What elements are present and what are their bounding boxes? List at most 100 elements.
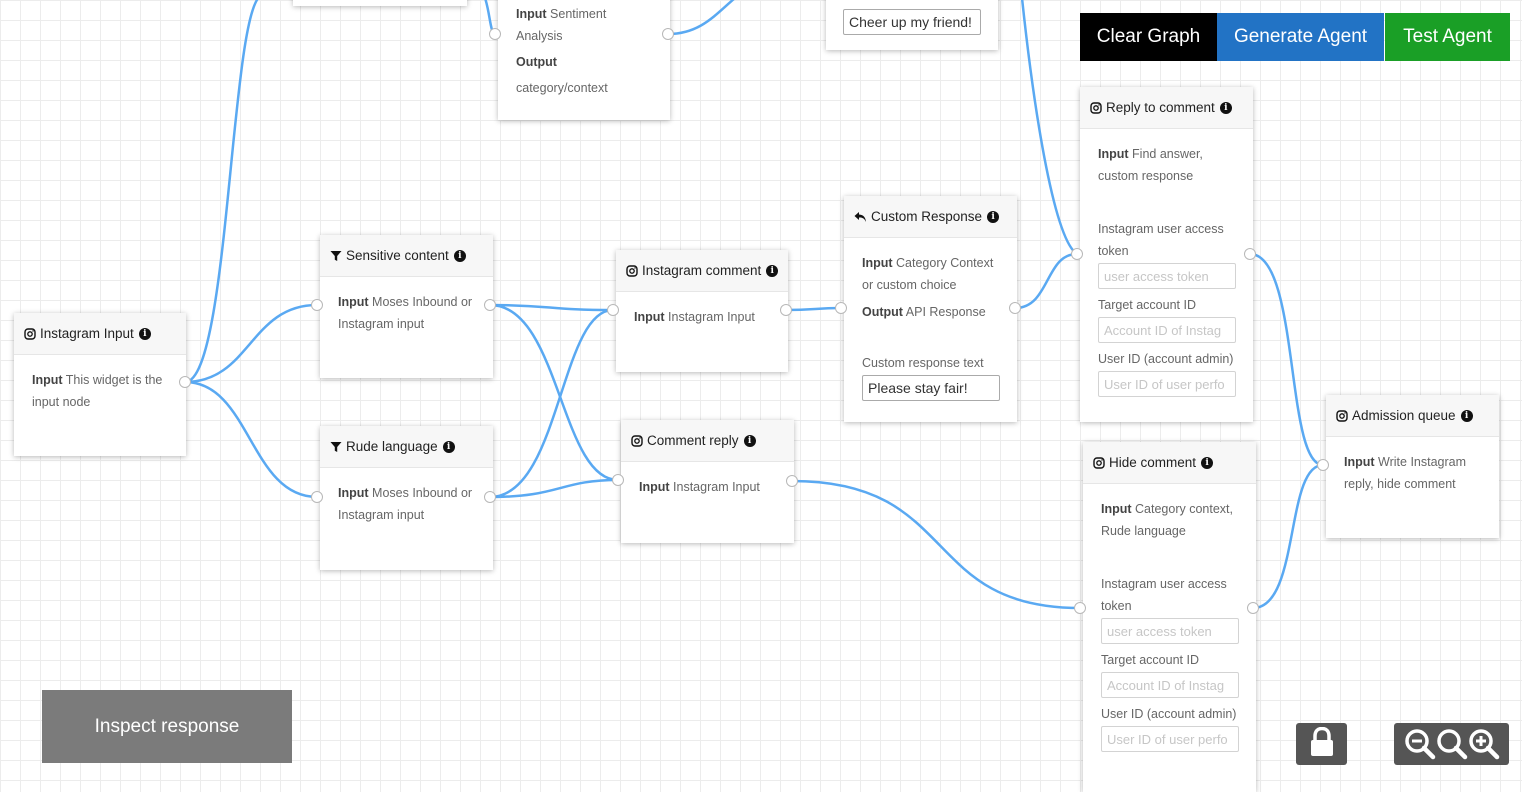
wire xyxy=(1249,252,1324,467)
input-port[interactable] xyxy=(1074,602,1086,614)
instagram-icon xyxy=(631,434,643,447)
input-label: Input xyxy=(862,256,893,270)
input-label: Input xyxy=(639,480,670,494)
info-icon[interactable]: i xyxy=(442,440,455,453)
user-id-field[interactable] xyxy=(1098,371,1236,397)
input-port[interactable] xyxy=(1071,248,1083,260)
input-port[interactable] xyxy=(612,474,624,486)
hide-comment-node[interactable]: Hide comment i Input Category context, R… xyxy=(1083,442,1256,792)
custom-response-field[interactable] xyxy=(862,375,1000,401)
output-port[interactable] xyxy=(1009,302,1021,314)
custom-response-node[interactable]: Custom Response i Input Category Context… xyxy=(844,196,1017,422)
field-label: Custom response text xyxy=(862,356,984,370)
input-text: Instagram Input xyxy=(668,310,755,324)
instagram-icon xyxy=(1093,456,1105,469)
wire xyxy=(1252,463,1324,610)
wire xyxy=(1014,252,1078,310)
node-title: Instagram Input xyxy=(40,325,134,341)
wire xyxy=(489,303,619,482)
input-label: Input xyxy=(32,373,63,387)
input-label: Input xyxy=(634,310,665,324)
instagram-comment-node[interactable]: Instagram comment i Input Instagram Inpu… xyxy=(616,250,788,372)
user-label: User ID (account admin) xyxy=(1101,707,1237,721)
input-port[interactable] xyxy=(607,304,619,316)
node-title: Reply to comment xyxy=(1106,99,1215,115)
lock-icon xyxy=(1309,726,1335,762)
node-title: Hide comment xyxy=(1109,454,1197,470)
instagram-input-node[interactable]: Instagram Input i Input This widget is t… xyxy=(14,313,186,456)
token-label: Instagram user access token xyxy=(1101,577,1227,613)
output-text: API Response xyxy=(905,305,986,319)
wire xyxy=(667,0,735,36)
sentiment-node[interactable]: Input Sentiment Analysis Output category… xyxy=(498,0,670,120)
target-label: Target account ID xyxy=(1098,298,1196,312)
wire xyxy=(489,308,614,499)
access-token-field[interactable] xyxy=(1101,618,1239,644)
lock-button[interactable] xyxy=(1296,723,1347,765)
access-token-field[interactable] xyxy=(1098,263,1236,289)
wire xyxy=(489,303,614,312)
target-account-field[interactable] xyxy=(1098,317,1236,343)
wire xyxy=(184,380,318,499)
input-label: Input xyxy=(516,7,547,21)
output-port[interactable] xyxy=(780,304,792,316)
reply-to-comment-node[interactable]: Reply to comment i Input Find answer, cu… xyxy=(1080,87,1253,422)
wire xyxy=(184,0,259,384)
zoom-out-icon[interactable] xyxy=(1404,728,1436,760)
zoom-controls xyxy=(1394,723,1509,765)
input-label: Input xyxy=(1101,502,1132,516)
info-icon[interactable]: i xyxy=(987,210,1000,223)
info-icon[interactable]: i xyxy=(766,264,778,277)
instagram-icon xyxy=(24,327,36,340)
input-port[interactable] xyxy=(311,491,323,503)
node-title: Comment reply xyxy=(647,432,739,448)
input-label: Input xyxy=(338,486,369,500)
output-port[interactable] xyxy=(1247,602,1259,614)
input-port[interactable] xyxy=(311,299,323,311)
instagram-icon xyxy=(1336,409,1348,422)
info-icon[interactable]: i xyxy=(1460,409,1473,422)
node-title: Admission queue xyxy=(1352,407,1456,423)
wire xyxy=(785,306,842,312)
instagram-icon xyxy=(626,264,638,277)
zoom-in-icon[interactable] xyxy=(1468,728,1500,760)
graph-canvas[interactable]: Input Sentiment Analysis Output category… xyxy=(0,0,1522,792)
input-port[interactable] xyxy=(835,302,847,314)
message-field[interactable] xyxy=(843,9,981,35)
sensitive-content-node[interactable]: Sensitive content i Input Moses Inbound … xyxy=(320,235,493,378)
generate-agent-button[interactable]: Generate Agent xyxy=(1217,13,1384,61)
filter-icon xyxy=(330,250,342,262)
output-label: Output xyxy=(516,55,557,69)
input-port[interactable] xyxy=(489,28,501,40)
input-label: Input xyxy=(338,295,369,309)
inspect-response-button[interactable]: Inspect response xyxy=(42,690,292,763)
output-port[interactable] xyxy=(484,491,496,503)
info-icon[interactable]: i xyxy=(1201,456,1214,469)
output-port[interactable] xyxy=(179,376,191,388)
input-text: Instagram Input xyxy=(673,480,760,494)
output-port[interactable] xyxy=(662,28,674,40)
info-icon[interactable]: i xyxy=(453,249,466,262)
user-id-field[interactable] xyxy=(1101,726,1239,752)
rude-language-node[interactable]: Rude language i Input Moses Inbound or I… xyxy=(320,426,493,570)
connection-wires xyxy=(184,0,1324,610)
partial-node-message[interactable] xyxy=(826,0,998,50)
output-port[interactable] xyxy=(1244,248,1256,260)
target-account-field[interactable] xyxy=(1101,672,1239,698)
output-port[interactable] xyxy=(484,299,496,311)
input-label: Input xyxy=(1344,455,1375,469)
output-port[interactable] xyxy=(786,475,798,487)
node-title: Rude language xyxy=(346,438,438,454)
admission-queue-node[interactable]: Admission queue i Input Write Instagram … xyxy=(1326,395,1499,538)
target-label: Target account ID xyxy=(1101,653,1199,667)
partial-node[interactable] xyxy=(293,0,467,6)
input-port[interactable] xyxy=(1317,459,1329,471)
info-icon[interactable]: i xyxy=(138,327,151,340)
comment-reply-node[interactable]: Comment reply i Input Instagram Input xyxy=(621,420,794,543)
wire xyxy=(1020,0,1078,256)
test-agent-button[interactable]: Test Agent xyxy=(1385,13,1510,61)
clear-graph-button[interactable]: Clear Graph xyxy=(1080,13,1217,61)
info-icon[interactable]: i xyxy=(1219,101,1232,114)
info-icon[interactable]: i xyxy=(743,434,756,447)
zoom-reset-icon[interactable] xyxy=(1436,728,1468,760)
